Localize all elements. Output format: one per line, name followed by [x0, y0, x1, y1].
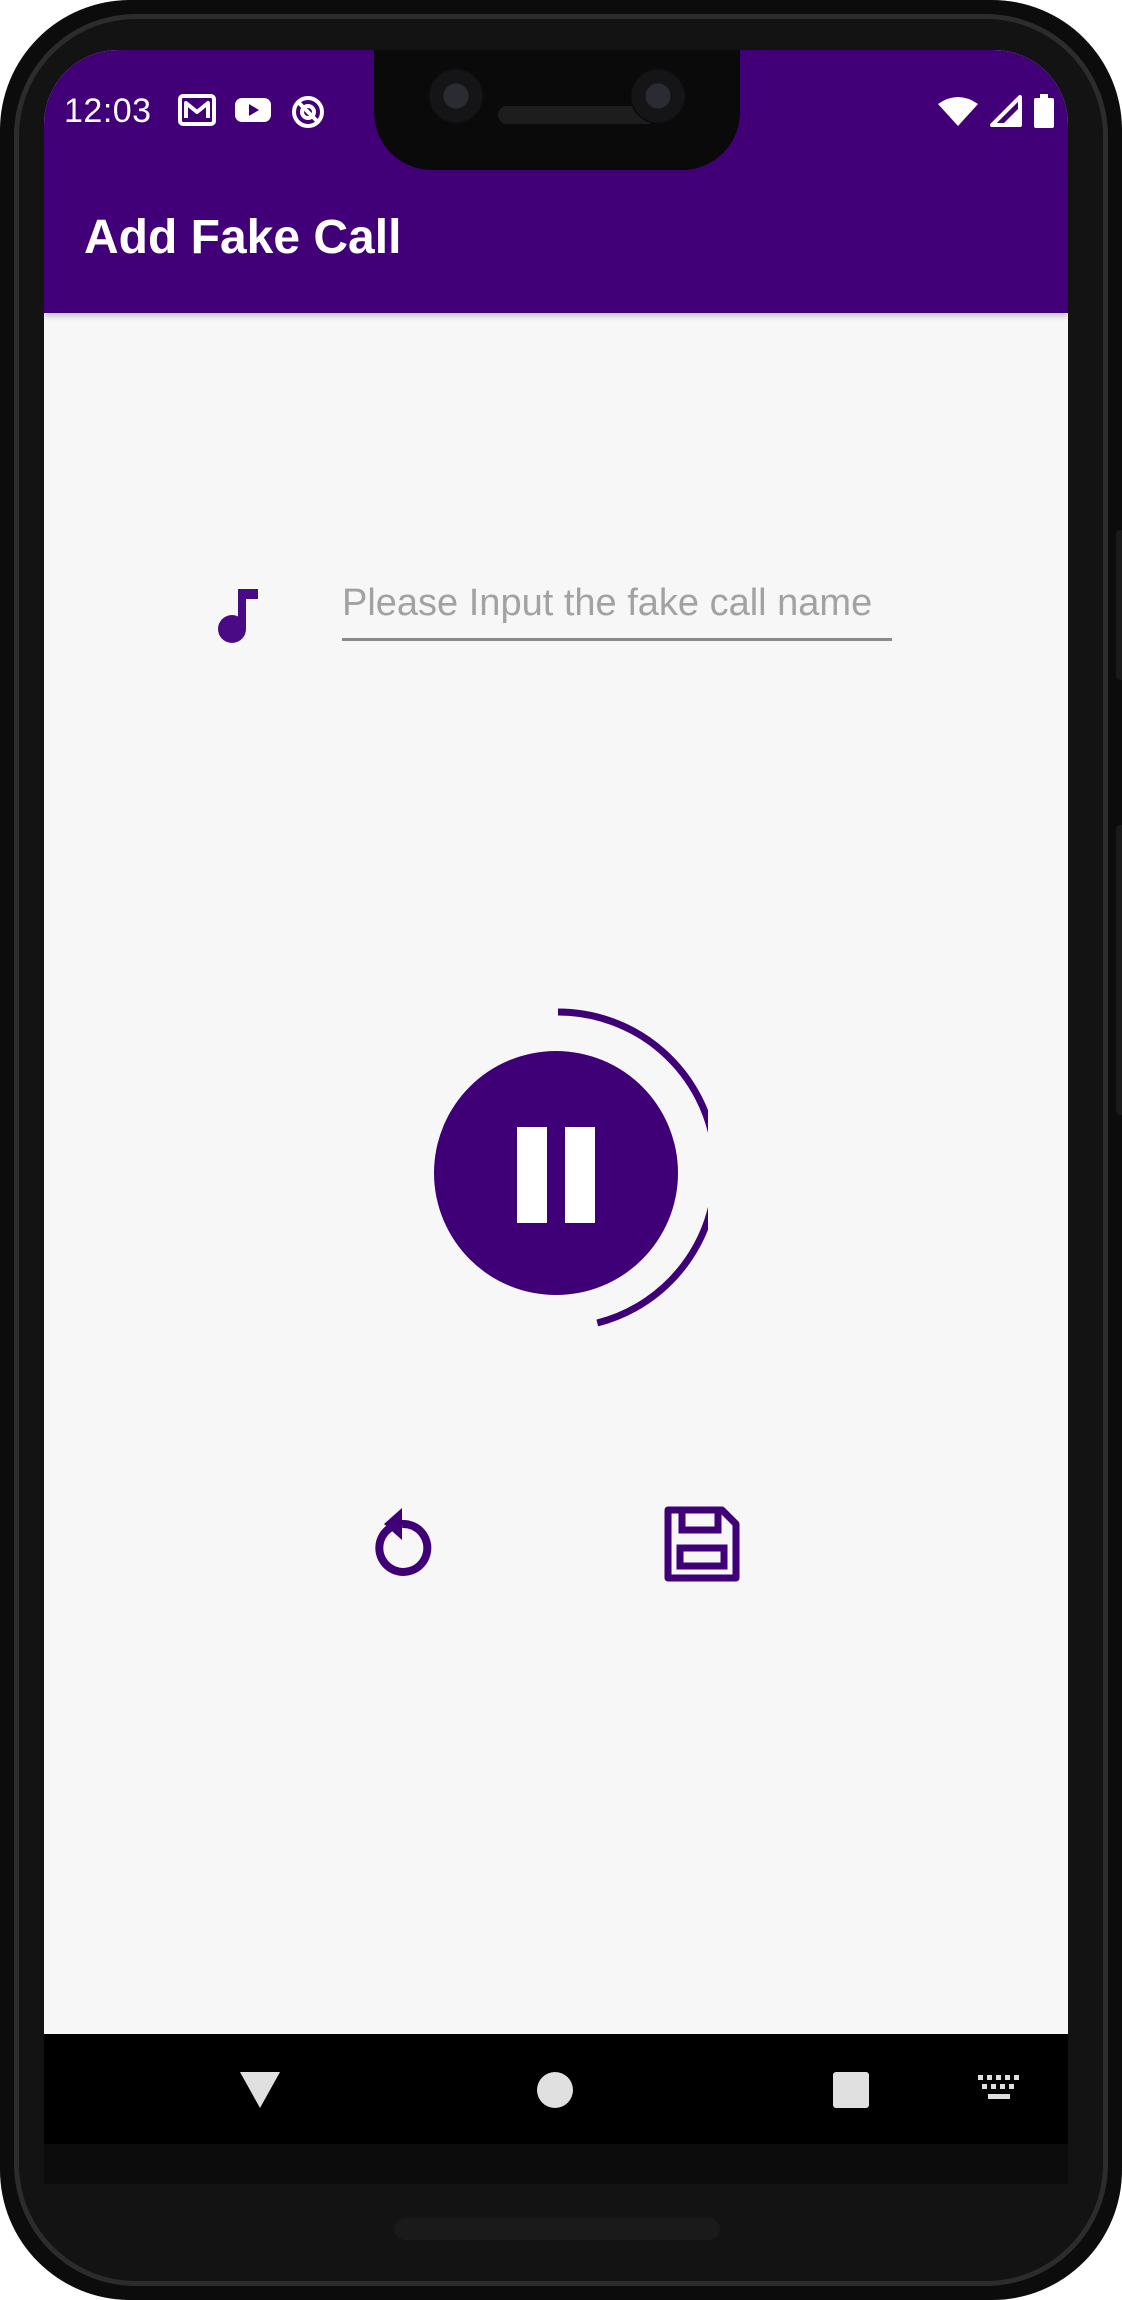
volume-button	[1116, 825, 1122, 1115]
device: 12:03 Add Fake Call Please Input the fak…	[0, 0, 1122, 2300]
back-icon[interactable]	[238, 2070, 282, 2110]
bottom-speaker	[394, 2218, 720, 2240]
replay-icon[interactable]	[366, 1504, 438, 1584]
music-note-icon	[218, 589, 258, 643]
page-title: Add Fake Call	[84, 211, 402, 264]
youtube-icon	[235, 98, 271, 122]
pause-icon	[517, 1127, 547, 1223]
pause-icon-bar	[565, 1127, 595, 1223]
recents-icon[interactable]	[833, 2072, 869, 2108]
status-time: 12:03	[64, 92, 152, 130]
bottom-bezel	[44, 2144, 1068, 2184]
status-bar: 12:03	[44, 50, 1068, 170]
front-camera	[428, 68, 484, 124]
home-icon[interactable]	[537, 2072, 573, 2108]
notification-icons	[178, 94, 326, 130]
save-icon[interactable]	[662, 1504, 742, 1584]
signal-icon	[990, 95, 1022, 127]
pause-button[interactable]	[434, 1051, 678, 1295]
keyboard-icon[interactable]	[978, 2075, 1020, 2101]
call-name-input[interactable]	[342, 568, 892, 641]
sync-icon	[292, 96, 324, 128]
battery-icon	[1034, 94, 1054, 128]
app-bar: Add Fake Call	[44, 170, 1068, 313]
gmail-icon	[178, 94, 216, 126]
wifi-icon	[938, 97, 978, 126]
system-icons	[938, 94, 1054, 128]
screen: 12:03 Add Fake Call Please Input the fak…	[44, 50, 1068, 2150]
power-button	[1116, 530, 1122, 680]
navigation-bar	[44, 2034, 1068, 2144]
camera-notch	[374, 50, 740, 170]
front-camera-secondary	[630, 68, 686, 124]
